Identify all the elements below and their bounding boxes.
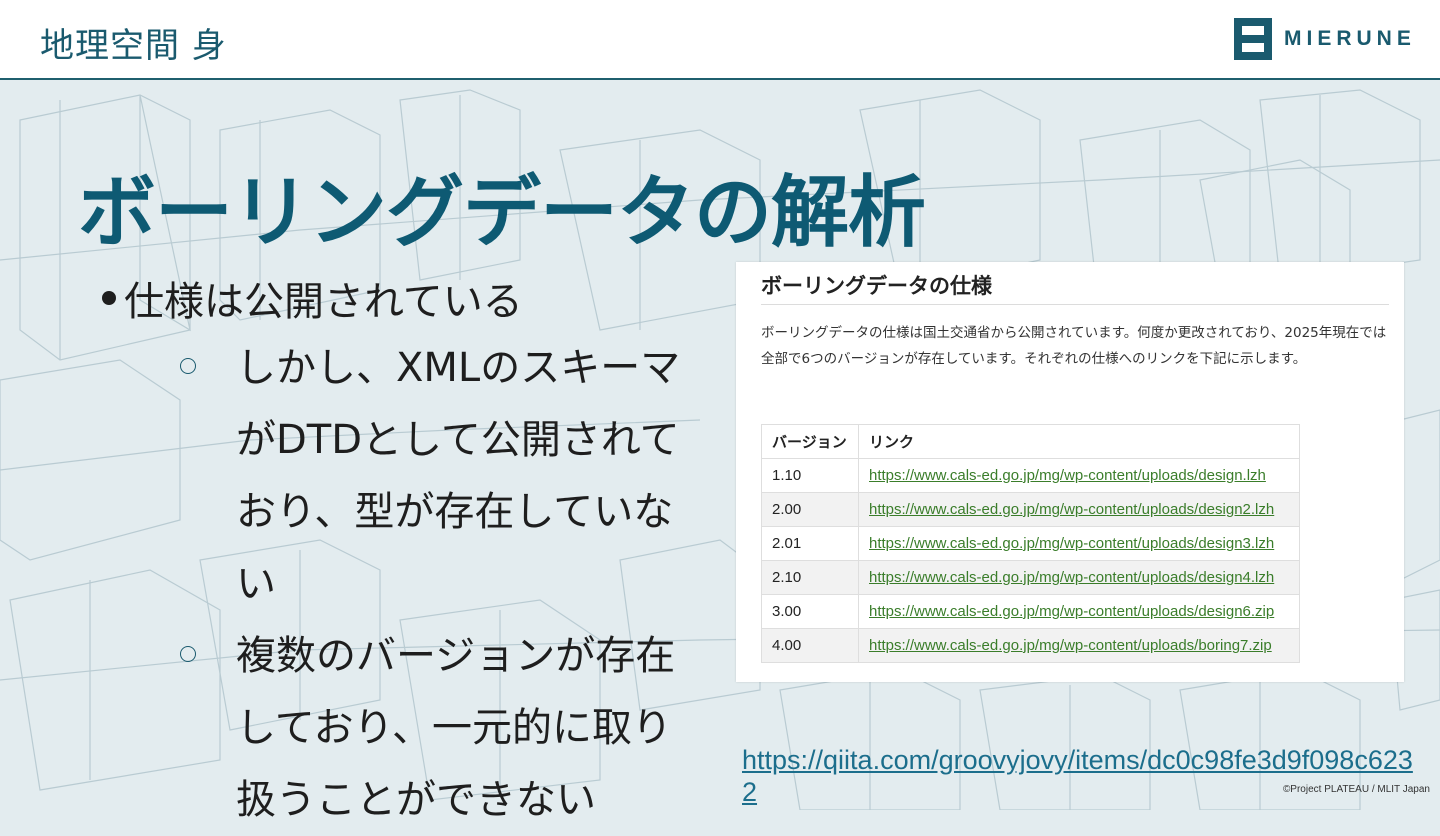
spec-download-link[interactable]: https://www.cals-ed.go.jp/mg/wp-content/… <box>869 569 1274 586</box>
bullet-text: 仕様は公開されている <box>124 279 523 325</box>
sub-bullet-item: しかし、XMLのスキーマがDTDとして公開されており、型が存在していない <box>100 332 706 620</box>
link-cell: https://www.cals-ed.go.jp/mg/wp-content/… <box>858 492 1300 527</box>
logo-text: MIERUNE <box>1284 27 1416 50</box>
spec-screenshot-panel: ボーリングデータの仕様 ボーリングデータの仕様は国土交通省から公開されています。… <box>736 262 1404 682</box>
table-row: 3.00 https://www.cals-ed.go.jp/mg/wp-con… <box>761 594 1300 629</box>
bullet-dot-icon <box>102 291 116 305</box>
version-cell: 2.00 <box>761 492 859 527</box>
table-row: 2.00 https://www.cals-ed.go.jp/mg/wp-con… <box>761 492 1300 527</box>
link-cell: https://www.cals-ed.go.jp/mg/wp-content/… <box>858 594 1300 629</box>
source-link[interactable]: https://qiita.com/groovyjovy/items/dc0c9… <box>742 744 1422 808</box>
mierune-logo: MIERUNE <box>1234 18 1416 60</box>
version-cell: 3.00 <box>761 594 859 629</box>
heading-divider <box>761 304 1389 305</box>
spec-download-link[interactable]: https://www.cals-ed.go.jp/mg/wp-content/… <box>869 637 1272 654</box>
link-cell: https://www.cals-ed.go.jp/mg/wp-content/… <box>858 458 1300 493</box>
version-cell: 1.10 <box>761 458 859 493</box>
spec-description: ボーリングデータの仕様は国土交通省から公開されています。何度か更改されており、2… <box>761 325 1387 367</box>
bullet-list: 仕様は公開されている しかし、XMLのスキーマがDTDとして公開されており、型が… <box>100 268 720 836</box>
slide-title: ボーリングデータの解析 <box>78 168 926 258</box>
sub-bullet-text: しかし、XMLのスキーマがDTDとして公開されており、型が存在していない <box>236 345 681 607</box>
sub-bullet-item: 複数のバージョンが存在しており、一元的に取り扱うことができない <box>100 620 706 836</box>
sub-bullet-circle-icon <box>180 646 196 662</box>
link-cell: https://www.cals-ed.go.jp/mg/wp-content/… <box>858 628 1300 663</box>
spec-heading: ボーリングデータの仕様 <box>761 274 992 298</box>
spec-download-link[interactable]: https://www.cals-ed.go.jp/mg/wp-content/… <box>869 501 1274 518</box>
spec-download-link[interactable]: https://www.cals-ed.go.jp/mg/wp-content/… <box>869 467 1266 484</box>
header-title: 地理空間 身 <box>40 26 227 66</box>
mierune-logo-icon <box>1234 18 1272 60</box>
table-header-row: バージョン リンク <box>761 424 1300 459</box>
version-cell: 2.10 <box>761 560 859 595</box>
link-cell: https://www.cals-ed.go.jp/mg/wp-content/… <box>858 526 1300 561</box>
table-row: 2.01 https://www.cals-ed.go.jp/mg/wp-con… <box>761 526 1300 561</box>
table-row: 4.00 https://www.cals-ed.go.jp/mg/wp-con… <box>761 628 1300 663</box>
table-row: 1.10 https://www.cals-ed.go.jp/mg/wp-con… <box>761 458 1300 493</box>
version-cell: 4.00 <box>761 628 859 663</box>
table-row: 2.10 https://www.cals-ed.go.jp/mg/wp-con… <box>761 560 1300 595</box>
column-header-link: リンク <box>858 424 1300 459</box>
version-table: バージョン リンク 1.10 https://www.cals-ed.go.jp… <box>761 424 1300 663</box>
column-header-version: バージョン <box>761 424 859 459</box>
bullet-item: 仕様は公開されている <box>100 268 720 328</box>
version-cell: 2.01 <box>761 526 859 561</box>
sub-bullet-text: 複数のバージョンが存在しており、一元的に取り扱うことができない <box>236 633 676 823</box>
image-credit: ©Project PLATEAU / MLIT Japan <box>1282 784 1430 795</box>
header-bar: 地理空間 身 MIERUNE <box>0 0 1440 80</box>
spec-download-link[interactable]: https://www.cals-ed.go.jp/mg/wp-content/… <box>869 603 1274 620</box>
spec-download-link[interactable]: https://www.cals-ed.go.jp/mg/wp-content/… <box>869 535 1274 552</box>
sub-bullet-circle-icon <box>180 358 196 374</box>
link-cell: https://www.cals-ed.go.jp/mg/wp-content/… <box>858 560 1300 595</box>
